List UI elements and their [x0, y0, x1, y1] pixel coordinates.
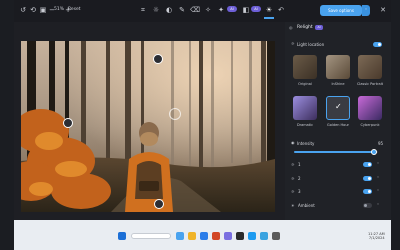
clock: 11:27 AM 7/1/2024 — [368, 232, 385, 240]
generative-erase-icon[interactable]: ✦ — [216, 5, 226, 15]
chevron-down-icon[interactable]: ˅ — [377, 203, 379, 208]
background-icon[interactable]: ◧ — [241, 5, 251, 15]
preset-label: Classic Portrait — [356, 82, 384, 86]
mail-icon[interactable] — [248, 232, 256, 240]
chevron-down-icon[interactable]: ˅ — [377, 189, 379, 194]
edited-photo[interactable] — [21, 41, 275, 212]
light-3-label: 3 — [298, 189, 301, 194]
search-box[interactable] — [131, 233, 171, 239]
intensity-slider-fill — [294, 151, 374, 153]
bulb-icon: ☼ — [291, 41, 295, 46]
light-handle-3[interactable] — [154, 199, 164, 209]
active-tool-indicator — [264, 17, 274, 19]
retouch-icon[interactable]: ✧ — [203, 5, 213, 15]
intensity-icon: ◉ — [291, 140, 295, 145]
ai-badge: AI — [251, 6, 261, 12]
settings-icon[interactable] — [272, 232, 280, 240]
light-handle-2[interactable] — [63, 118, 73, 128]
forest-photo — [21, 41, 275, 212]
checkmark-icon: ✓ — [335, 102, 342, 111]
markup-icon[interactable]: ✎ — [177, 5, 187, 15]
ai-badge: AI — [227, 6, 237, 12]
chevron-down-icon[interactable]: ˅ — [377, 162, 379, 167]
intensity-slider-thumb[interactable] — [370, 149, 377, 155]
light-1-label: 1 — [298, 162, 301, 167]
light-location-label: Light location — [297, 42, 325, 47]
photos-icon[interactable] — [260, 232, 268, 240]
rotate-icon[interactable]: ↺ — [18, 5, 28, 15]
light-handle-1[interactable] — [153, 54, 163, 64]
crop-icon[interactable]: ⌗ — [138, 5, 148, 15]
light-1-toggle[interactable] — [363, 162, 372, 167]
store-icon[interactable] — [236, 232, 244, 240]
bulb-icon: ☼ — [291, 176, 295, 181]
relight-icon[interactable]: ☀ — [264, 5, 274, 15]
undo-icon[interactable]: ↶ — [276, 5, 286, 15]
bulb-icon: ☼ — [291, 162, 295, 167]
preset-dramatic-thumb[interactable] — [293, 96, 317, 120]
save-options-dropdown[interactable]: ˅ — [362, 5, 370, 16]
chevron-down-icon[interactable]: ˅ — [377, 176, 379, 181]
light-2-label: 2 — [298, 176, 301, 181]
panel-title: Relight — [297, 25, 313, 30]
start-icon[interactable] — [118, 232, 126, 240]
adjust-icon[interactable]: ☼ — [151, 5, 161, 15]
task-view-icon[interactable] — [176, 232, 184, 240]
close-icon[interactable]: ✕ — [378, 5, 388, 15]
bulb-icon: ☼ — [291, 189, 295, 194]
light-target-ring[interactable] — [169, 108, 181, 120]
preset-inshine-thumb[interactable] — [326, 55, 350, 79]
light-3-toggle[interactable] — [363, 189, 372, 194]
preset-cyberpunk-thumb[interactable] — [358, 96, 382, 120]
reset-button[interactable]: Reset — [68, 7, 81, 12]
save-options-button[interactable]: Save options — [320, 5, 362, 16]
preset-label: Dramatic — [296, 123, 314, 127]
preset-golden-hour-thumb[interactable]: ✓ — [326, 96, 350, 120]
light-location-toggle[interactable] — [373, 42, 382, 47]
relight-icon: ◎ — [289, 25, 293, 30]
preset-classic-portrait-thumb[interactable] — [358, 55, 382, 79]
ambient-toggle[interactable] — [363, 203, 372, 208]
filter-icon[interactable]: ◐ — [164, 5, 174, 15]
ambient-label: Ambient — [298, 203, 315, 208]
preset-label: InShine — [331, 82, 345, 86]
erase-icon[interactable]: ⌫ — [190, 5, 200, 15]
flip-icon[interactable]: ⟲ — [28, 5, 38, 15]
intensity-value: 95 — [378, 141, 384, 146]
preset-label: Original — [298, 82, 312, 86]
intensity-label: Intensity — [297, 141, 315, 146]
preset-original-thumb[interactable] — [293, 55, 317, 79]
preset-label: Golden Hour — [327, 123, 349, 127]
preset-label: Cyberpunk — [360, 123, 380, 127]
date-text: 7/1/2024 — [368, 236, 385, 240]
light-2-toggle[interactable] — [363, 176, 372, 181]
teams-icon[interactable] — [224, 232, 232, 240]
file-explorer-icon[interactable] — [188, 232, 196, 240]
ai-badge: AI — [315, 25, 323, 30]
ambient-icon: ☀ — [291, 203, 295, 208]
edge-icon[interactable] — [200, 232, 208, 240]
office-icon[interactable] — [212, 232, 220, 240]
